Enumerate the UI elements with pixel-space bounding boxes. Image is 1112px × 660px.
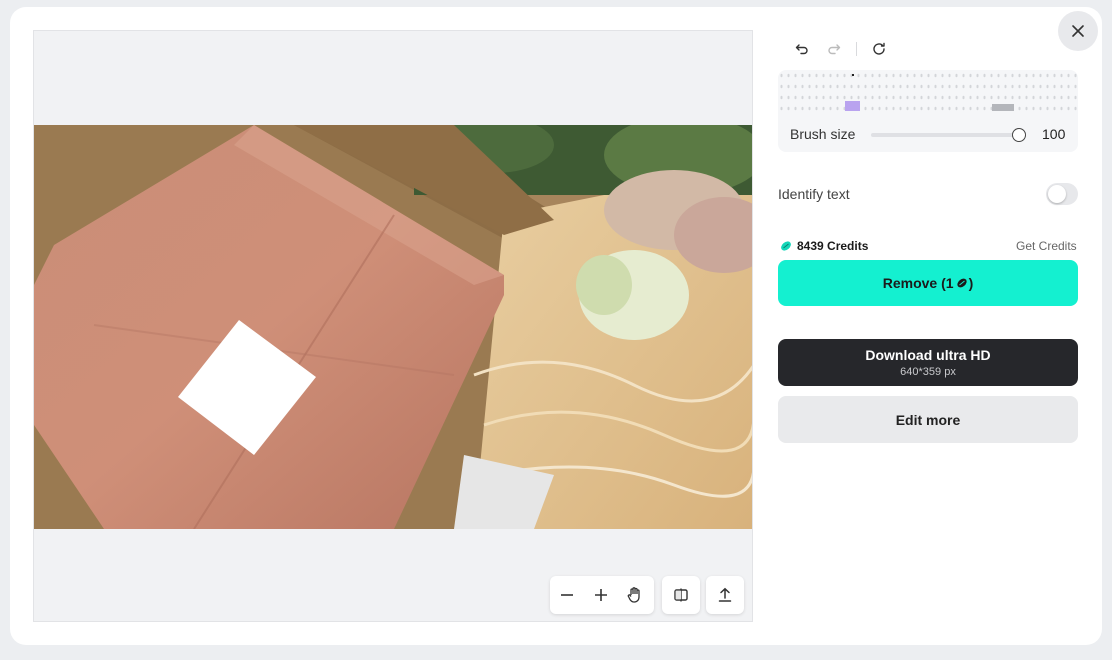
bean-icon: [781, 241, 791, 251]
brush-size-slider[interactable]: [871, 133, 1017, 137]
compare-icon: [674, 588, 688, 602]
compare-button[interactable]: [662, 576, 700, 614]
edited-photo: [34, 125, 752, 529]
compare-tool[interactable]: [662, 576, 700, 614]
remove-label: Remove (1: [882, 275, 954, 291]
remove-button[interactable]: Remove (1 ): [778, 260, 1078, 306]
identify-text-label: Identify text: [778, 186, 850, 202]
brush-marker-purple: [845, 101, 860, 111]
upload-icon: [718, 587, 732, 602]
get-credits-link[interactable]: Get Credits: [1016, 239, 1077, 253]
plus-icon: [595, 589, 607, 601]
brush-marker-gray: [992, 104, 1014, 111]
download-hd-button[interactable]: Download ultra HD 640*359 px: [778, 339, 1078, 386]
hand-icon: [627, 587, 640, 603]
brush-size-label: Brush size: [790, 126, 856, 142]
zoom-out-button[interactable]: [550, 576, 584, 614]
pan-button[interactable]: [618, 576, 652, 614]
brush-size-slider-handle[interactable]: [1012, 128, 1026, 142]
image-canvas[interactable]: [33, 30, 753, 622]
edit-more-label: Edit more: [895, 411, 961, 428]
zoom-toolbar: [550, 576, 654, 614]
identify-text-toggle[interactable]: [1046, 183, 1078, 205]
upload-button[interactable]: [706, 576, 744, 614]
close-icon: [1072, 25, 1084, 37]
download-size: 640*359 px: [900, 366, 956, 378]
reset-button[interactable]: [863, 39, 895, 59]
redo-button[interactable]: [818, 39, 850, 59]
undo-icon: [795, 44, 808, 55]
history-controls: [786, 39, 895, 59]
upload-tool[interactable]: [706, 576, 744, 614]
history-divider: [856, 42, 857, 56]
toggle-knob: [1048, 185, 1066, 203]
credits-balance: 8439 Credits: [780, 239, 868, 253]
close-button[interactable]: [1058, 11, 1098, 51]
brush-marker-small: [852, 74, 854, 76]
zoom-in-button[interactable]: [584, 576, 618, 614]
redo-icon: [828, 44, 841, 55]
minus-icon: [561, 594, 573, 596]
brush-settings: Brush size 100: [778, 70, 1078, 152]
remove-suffix: ): [968, 275, 974, 291]
undo-button[interactable]: [786, 39, 818, 59]
refresh-icon: [873, 42, 885, 55]
edit-more-button[interactable]: Edit more: [778, 396, 1078, 443]
bean-icon: [956, 278, 967, 288]
credits-text: 8439 Credits: [797, 239, 869, 253]
download-label: Download ultra HD: [865, 347, 991, 363]
brush-preview-grid: [778, 70, 1078, 112]
brush-size-value: 100: [1042, 126, 1066, 142]
